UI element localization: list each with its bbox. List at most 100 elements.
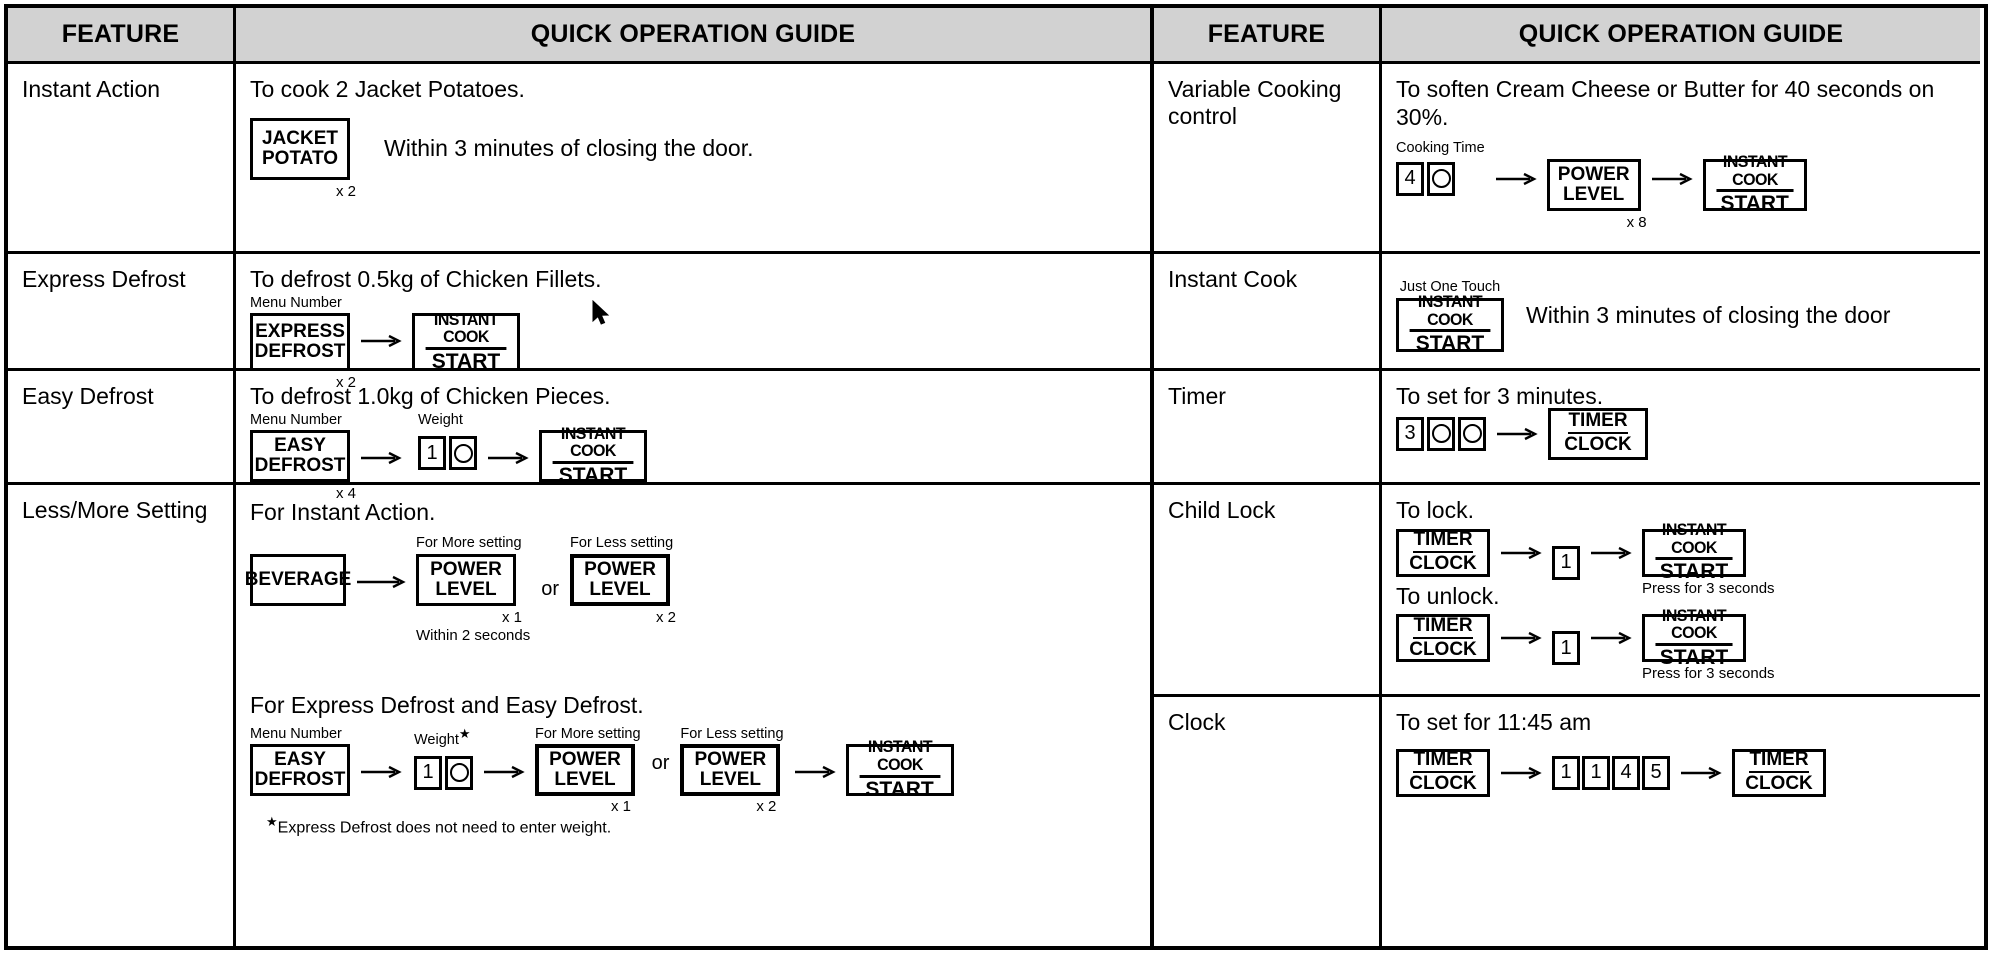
- note-press-3-seconds: Press for 3 seconds: [1642, 665, 1775, 683]
- arrow-icon: [1499, 749, 1543, 797]
- key-line-2: LEVEL: [1563, 183, 1625, 205]
- label-menu-number: Menu Number: [250, 294, 342, 311]
- numkey-digit[interactable]: 4: [1396, 161, 1424, 196]
- numkey-zero[interactable]: [445, 755, 473, 790]
- numkey-digit[interactable]: 1: [1552, 755, 1580, 790]
- key-line-1: POWER: [430, 558, 502, 580]
- key-line-1: POWER: [584, 558, 656, 580]
- key-instant-cook-start[interactable]: INSTANT COOK START: [1642, 521, 1746, 583]
- key-instant-cook-start[interactable]: INSTANT COOK START: [1702, 153, 1807, 215]
- guide-variable-cooking-control: To soften Cream Cheese or Butter for 40 …: [1382, 64, 1980, 251]
- table-row: Easy Defrost To defrost 1.0kg of Chicken…: [8, 371, 1150, 502]
- key-line-1: TIMER: [1413, 750, 1473, 774]
- clock-lead: To set for 11:45 am: [1396, 709, 1592, 735]
- table-row: Instant Action To cook 2 Jacket Potatoes…: [8, 64, 1150, 254]
- key-line-1: INSTANT COOK: [1655, 606, 1733, 646]
- key-line-1: POWER: [694, 749, 767, 771]
- key-line-2: CLOCK: [1564, 434, 1632, 456]
- arrow-icon: [1495, 417, 1539, 451]
- key-line-2: CLOCK: [1409, 773, 1477, 795]
- label-weight-starred: Weight★: [414, 727, 473, 747]
- key-power-level-less[interactable]: POWER LEVEL x 2: [570, 553, 676, 626]
- key-line-1: INSTANT COOK: [425, 310, 507, 350]
- key-power-level-more[interactable]: POWER LEVEL x 1: [416, 553, 522, 626]
- press-count: x 2: [756, 798, 777, 815]
- label-for-less-setting: For Less setting: [680, 725, 784, 742]
- left-body-rows: Instant Action To cook 2 Jacket Potatoes…: [8, 64, 1150, 946]
- key-line-1: POWER: [549, 749, 621, 771]
- key-line-1: POWER: [1557, 163, 1630, 185]
- note-within-2-seconds: Within 2 seconds: [416, 626, 531, 644]
- numkey-digit[interactable]: 1: [1552, 631, 1580, 666]
- feature-easy-defrost: Easy Defrost: [8, 371, 236, 482]
- key-line-1: TIMER: [1413, 616, 1473, 639]
- feature-instant-action: Instant Action: [8, 64, 236, 251]
- key-instant-cook-start[interactable]: INSTANT COOK START: [539, 424, 647, 486]
- note-press-3-seconds: Press for 3 seconds: [1642, 579, 1775, 597]
- key-timer-clock[interactable]: TIMER CLOCK: [1396, 528, 1490, 577]
- label-for-more-setting: For More setting: [535, 725, 641, 742]
- guide-express-defrost: To defrost 0.5kg of Chicken Fillets. Men…: [236, 254, 1150, 391]
- label-menu-number: Menu Number: [250, 725, 342, 742]
- time-digits[interactable]: 4: [1396, 161, 1485, 196]
- key-beverage[interactable]: BEVERAGE: [245, 553, 351, 606]
- key-instant-cook-start[interactable]: INSTANT COOK START: [1642, 606, 1746, 668]
- key-easy-defrost[interactable]: EASY DEFROST x 4: [250, 430, 356, 502]
- numkey-digit[interactable]: 1: [1582, 755, 1610, 790]
- key-power-level-more[interactable]: POWER LEVEL x 1: [535, 744, 635, 815]
- or-label: or: [541, 578, 560, 601]
- operation-guide-table: FEATURE QUICK OPERATION GUIDE Instant Ac…: [4, 4, 1988, 950]
- key-line-2: CLOCK: [1745, 773, 1813, 795]
- key-timer-clock[interactable]: TIMER CLOCK: [1396, 614, 1490, 663]
- key-line-2: LEVEL: [554, 769, 616, 790]
- key-line-2: DEFROST: [254, 455, 346, 477]
- key-instant-cook-start[interactable]: INSTANT COOK START: [412, 310, 520, 372]
- key-jacket-potato[interactable]: JACKET POTATO x 2: [250, 117, 356, 200]
- weight-digits[interactable]: 1: [418, 436, 477, 471]
- key-timer-clock[interactable]: TIMER CLOCK: [1548, 407, 1648, 460]
- table-row: Clock To set for 11:45 am TIMER CLOCK 1 …: [1154, 697, 1980, 946]
- header-feature-left: FEATURE: [8, 8, 236, 61]
- numkey-zero[interactable]: [449, 436, 477, 471]
- numkey-digit[interactable]: 1: [1552, 545, 1580, 580]
- guide-timer: To set for 3 minutes. 3 TIMER CLOCK: [1382, 371, 1980, 482]
- asterisk-icon: ★: [458, 725, 471, 741]
- weight-digits[interactable]: 1: [414, 755, 473, 790]
- key-timer-clock[interactable]: TIMER CLOCK: [1732, 748, 1826, 797]
- instant-action-lead: To cook 2 Jacket Potatoes.: [250, 76, 525, 102]
- asterisk-icon: ★: [266, 814, 278, 829]
- key-express-defrost[interactable]: EXPRESS DEFROST x 2: [250, 313, 356, 391]
- key-power-level[interactable]: POWER LEVEL x 8: [1546, 158, 1647, 231]
- instant-cook-note: Within 3 minutes of closing the door: [1526, 302, 1891, 329]
- key-line-1: EXPRESS: [255, 321, 345, 343]
- table-row: Child Lock To lock. TIMER CLOCK 1 INSTAN…: [1154, 485, 1980, 697]
- numkey-digit[interactable]: 1: [414, 755, 442, 790]
- key-easy-defrost[interactable]: EASY DEFROST: [250, 744, 350, 796]
- key-line-2: POTATO: [262, 147, 338, 169]
- key-instant-cook-start[interactable]: INSTANT COOK START: [1396, 293, 1504, 355]
- key-instant-cook-start[interactable]: INSTANT COOK START: [845, 738, 954, 800]
- numkey-zero[interactable]: [1427, 416, 1455, 451]
- time-digits[interactable]: 3: [1396, 416, 1486, 451]
- feature-express-defrost: Express Defrost: [8, 254, 236, 368]
- table-row: Timer To set for 3 minutes. 3 TIMER CLOC…: [1154, 371, 1980, 485]
- feature-instant-cook: Instant Cook: [1154, 254, 1382, 368]
- time-digits[interactable]: 1 1 4 5: [1552, 755, 1670, 790]
- numkey-digit[interactable]: 5: [1642, 755, 1670, 790]
- numkey-digit[interactable]: 1: [418, 436, 446, 471]
- key-power-level-less[interactable]: POWER LEVEL x 2: [680, 744, 781, 815]
- numkey-zero[interactable]: [1427, 161, 1455, 196]
- guide-instant-action: To cook 2 Jacket Potatoes. JACKET POTATO…: [236, 64, 1150, 251]
- header-guide-left: QUICK OPERATION GUIDE: [530, 20, 856, 48]
- numkey-digit[interactable]: 4: [1612, 755, 1640, 790]
- key-line-1: TIMER: [1749, 750, 1809, 774]
- label-for-less-setting: For Less setting: [570, 535, 674, 551]
- key-line-1: JACKET: [261, 127, 338, 149]
- key-timer-clock[interactable]: TIMER CLOCK: [1396, 748, 1490, 797]
- key-line-2: CLOCK: [1409, 553, 1477, 575]
- easy-defrost-lead: To defrost 1.0kg of Chicken Pieces.: [250, 383, 611, 409]
- numkey-zero[interactable]: [1458, 416, 1486, 451]
- arrow-icon: [486, 430, 530, 486]
- numkey-digit[interactable]: 3: [1396, 416, 1424, 451]
